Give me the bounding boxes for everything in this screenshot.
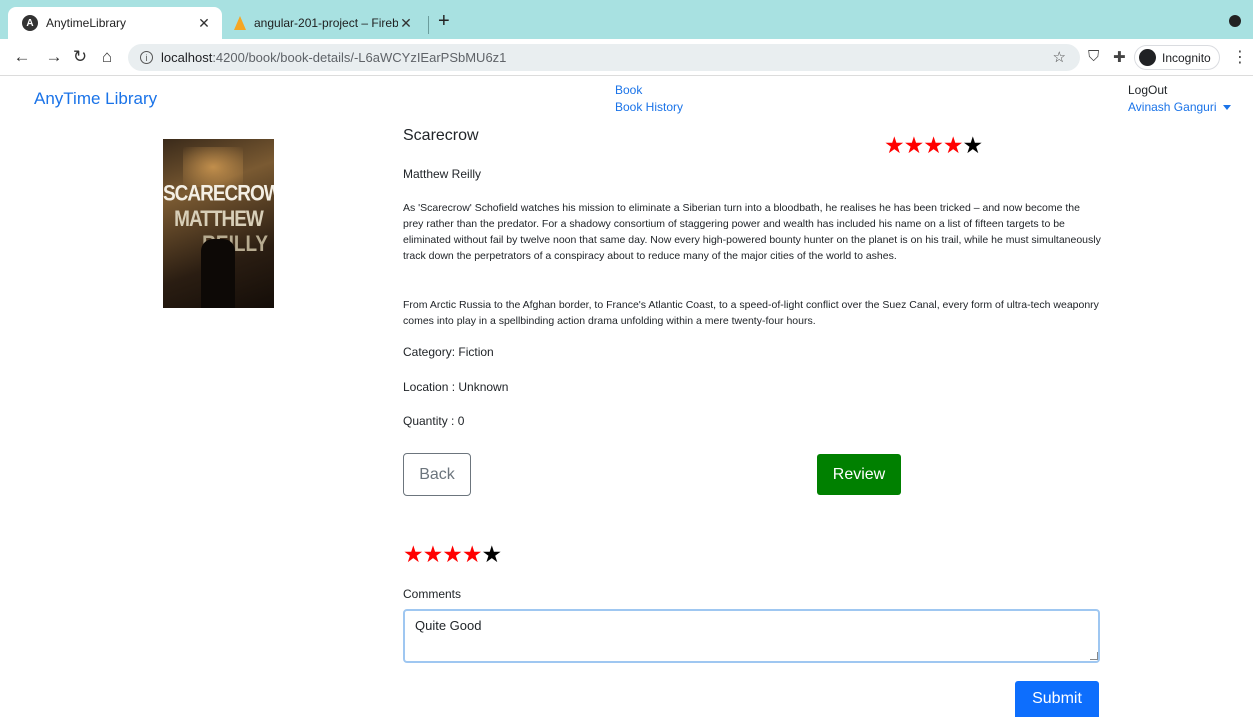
reload-icon[interactable]: ↻ — [70, 47, 90, 67]
angular-icon: A — [22, 15, 38, 31]
star-icon: ★ — [884, 132, 905, 158]
url-host: localhost — [161, 50, 213, 65]
review-rating-input[interactable]: ★★★★★ — [403, 541, 503, 568]
book-title: Scarecrow — [403, 127, 479, 144]
submit-button[interactable]: Submit — [1015, 681, 1099, 717]
back-button[interactable]: Back — [403, 453, 471, 496]
forward-icon[interactable]: → — [44, 47, 64, 67]
cover-line: SCARECROW — [163, 182, 274, 207]
cover-figure — [201, 239, 235, 308]
book-rating: ★★★★★ — [884, 132, 984, 159]
user-name: Avinash Ganguri — [1128, 100, 1217, 114]
star-icon[interactable]: ★ — [482, 541, 503, 567]
close-icon[interactable]: ✕ — [196, 15, 212, 32]
shield-icon[interactable]: ⛉ — [1088, 48, 1099, 65]
tab-separator — [428, 16, 429, 34]
incognito-icon — [1139, 49, 1156, 66]
address-bar[interactable]: i localhost:4200/book/book-details/-L6aW… — [128, 44, 1080, 71]
browser-toolbar: ← → ↻ ⌂ i localhost:4200/book/book-detai… — [0, 39, 1253, 76]
user-dropdown[interactable]: Avinash Ganguri — [1128, 99, 1231, 116]
incognito-badge[interactable]: Incognito — [1134, 45, 1220, 70]
brand-link[interactable]: AnyTime Library — [34, 89, 157, 109]
star-icon: ★ — [923, 132, 944, 158]
browser-tab-strip: A AnytimeLibrary ✕ angular-201-project –… — [0, 0, 1253, 39]
star-icon[interactable]: ☆ — [1053, 48, 1066, 66]
puzzle-icon[interactable]: ✚ — [1113, 48, 1126, 66]
book-cover-image: SCARECROW MATTHEW REILLY — [163, 139, 274, 308]
cover-glow — [183, 147, 243, 187]
comments-label: Comments — [403, 587, 462, 601]
star-icon: ★ — [962, 132, 984, 158]
star-icon[interactable]: ★ — [423, 541, 444, 567]
star-icon: ★ — [903, 132, 925, 158]
caret-down-icon — [1222, 105, 1231, 111]
logout-link[interactable]: LogOut — [1128, 82, 1231, 99]
tab-firebase[interactable]: angular-201-project – Firebase ✕ — [224, 7, 424, 39]
tab-anytime-library[interactable]: A AnytimeLibrary ✕ — [8, 7, 222, 39]
book-author: Matthew Reilly — [403, 167, 482, 181]
book-category: Category: Fiction — [403, 345, 494, 359]
url-path: :4200/book/book-details/-L6aWCYzIEarPSbM… — [212, 50, 507, 65]
profile-icon[interactable] — [1229, 15, 1241, 27]
tab-title: angular-201-project – Firebase — [254, 16, 398, 30]
book-location: Location : Unknown — [403, 380, 509, 394]
star-icon[interactable]: ★ — [462, 541, 483, 567]
book-description-paragraph: From Arctic Russia to the Afghan border,… — [403, 299, 1099, 327]
textarea-resize-handle[interactable] — [1090, 652, 1098, 660]
menu-icon[interactable]: ⋮ — [1232, 47, 1248, 67]
nav-link-book[interactable]: Book — [615, 82, 683, 99]
star-icon[interactable]: ★ — [403, 541, 424, 567]
back-icon[interactable]: ← — [12, 47, 32, 67]
close-icon[interactable]: ✕ — [398, 15, 414, 32]
tab-title: AnytimeLibrary — [46, 16, 127, 30]
home-icon[interactable]: ⌂ — [97, 47, 117, 67]
book-description-paragraph: As 'Scarecrow' Schofield watches his mis… — [403, 202, 1101, 262]
cover-line: MATTHEW — [174, 207, 264, 232]
new-tab-button[interactable]: + — [438, 10, 450, 33]
comments-textarea[interactable]: Quite Good — [403, 609, 1100, 663]
star-icon[interactable]: ★ — [442, 541, 463, 567]
nav-link-book-history[interactable]: Book History — [615, 99, 683, 116]
user-area: LogOut Avinash Ganguri — [1128, 82, 1231, 116]
incognito-label: Incognito — [1162, 50, 1211, 65]
review-button[interactable]: Review — [817, 454, 901, 495]
book-quantity: Quantity : 0 — [403, 414, 465, 428]
info-icon[interactable]: i — [140, 51, 153, 64]
nav-links: Book Book History — [615, 82, 683, 116]
star-icon: ★ — [942, 132, 964, 158]
firebase-icon — [234, 16, 246, 30]
